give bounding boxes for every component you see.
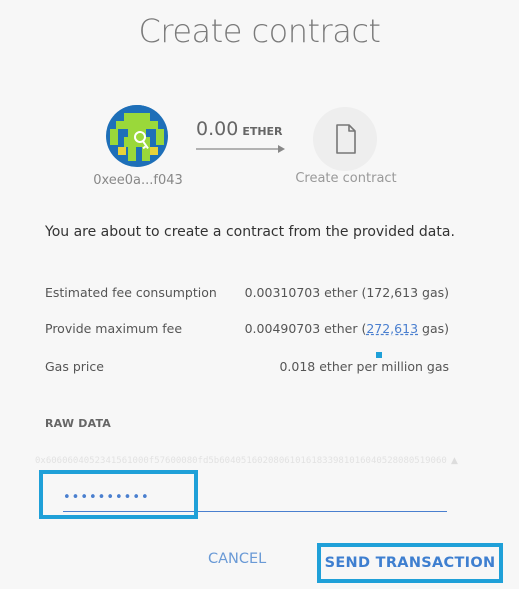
- contract-icon-circle: [313, 107, 377, 171]
- maximum-fee-value: 0.00490703 ether (272,613 gas): [245, 321, 449, 336]
- from-address: 0xee0a...f043: [93, 173, 183, 188]
- estimated-fee-value: 0.00310703 ether (172,613 gas): [244, 285, 449, 300]
- identicon-icon: [106, 105, 168, 167]
- amount-unit: ETHER: [242, 125, 283, 138]
- send-transaction-button[interactable]: SEND TRANSACTION: [317, 543, 503, 583]
- page-title: Create contract: [138, 12, 381, 50]
- gas-price-label: Gas price: [45, 359, 104, 374]
- contract-label: Create contract: [295, 171, 397, 186]
- gas-limit-link[interactable]: 272,613: [366, 321, 418, 336]
- arrow-right-icon: [196, 145, 285, 153]
- maximum-fee-suffix: gas): [418, 321, 449, 336]
- maximum-fee-row: Provide maximum fee 0.00490703 ether (27…: [45, 321, 449, 336]
- gas-price-value: 0.018 ether per million gas: [279, 359, 449, 374]
- cancel-button[interactable]: CANCEL: [208, 551, 266, 567]
- estimated-fee-row: Estimated fee consumption 0.00310703 eth…: [45, 285, 449, 300]
- create-contract-notice: You are about to create a contract from …: [45, 224, 455, 240]
- identicon-avatar: [106, 105, 168, 167]
- password-input[interactable]: [63, 484, 447, 512]
- amount-value: 0.00: [196, 118, 239, 140]
- maximum-fee-label: Provide maximum fee: [45, 321, 183, 336]
- cursor-marker: [376, 352, 382, 358]
- document-icon: [336, 124, 356, 154]
- scroll-up-icon[interactable]: ▲: [451, 456, 458, 466]
- raw-data-label: RAW DATA: [45, 417, 112, 430]
- estimated-fee-label: Estimated fee consumption: [45, 285, 217, 300]
- maximum-fee-prefix: 0.00490703 ether (: [244, 321, 367, 336]
- transfer-amount: 0.00 ETHER: [196, 118, 283, 140]
- gas-price-row: Gas price 0.018 ether per million gas: [45, 359, 449, 374]
- raw-data-field[interactable]: 0x6060604052341561000f57600080fd5b604051…: [35, 456, 447, 466]
